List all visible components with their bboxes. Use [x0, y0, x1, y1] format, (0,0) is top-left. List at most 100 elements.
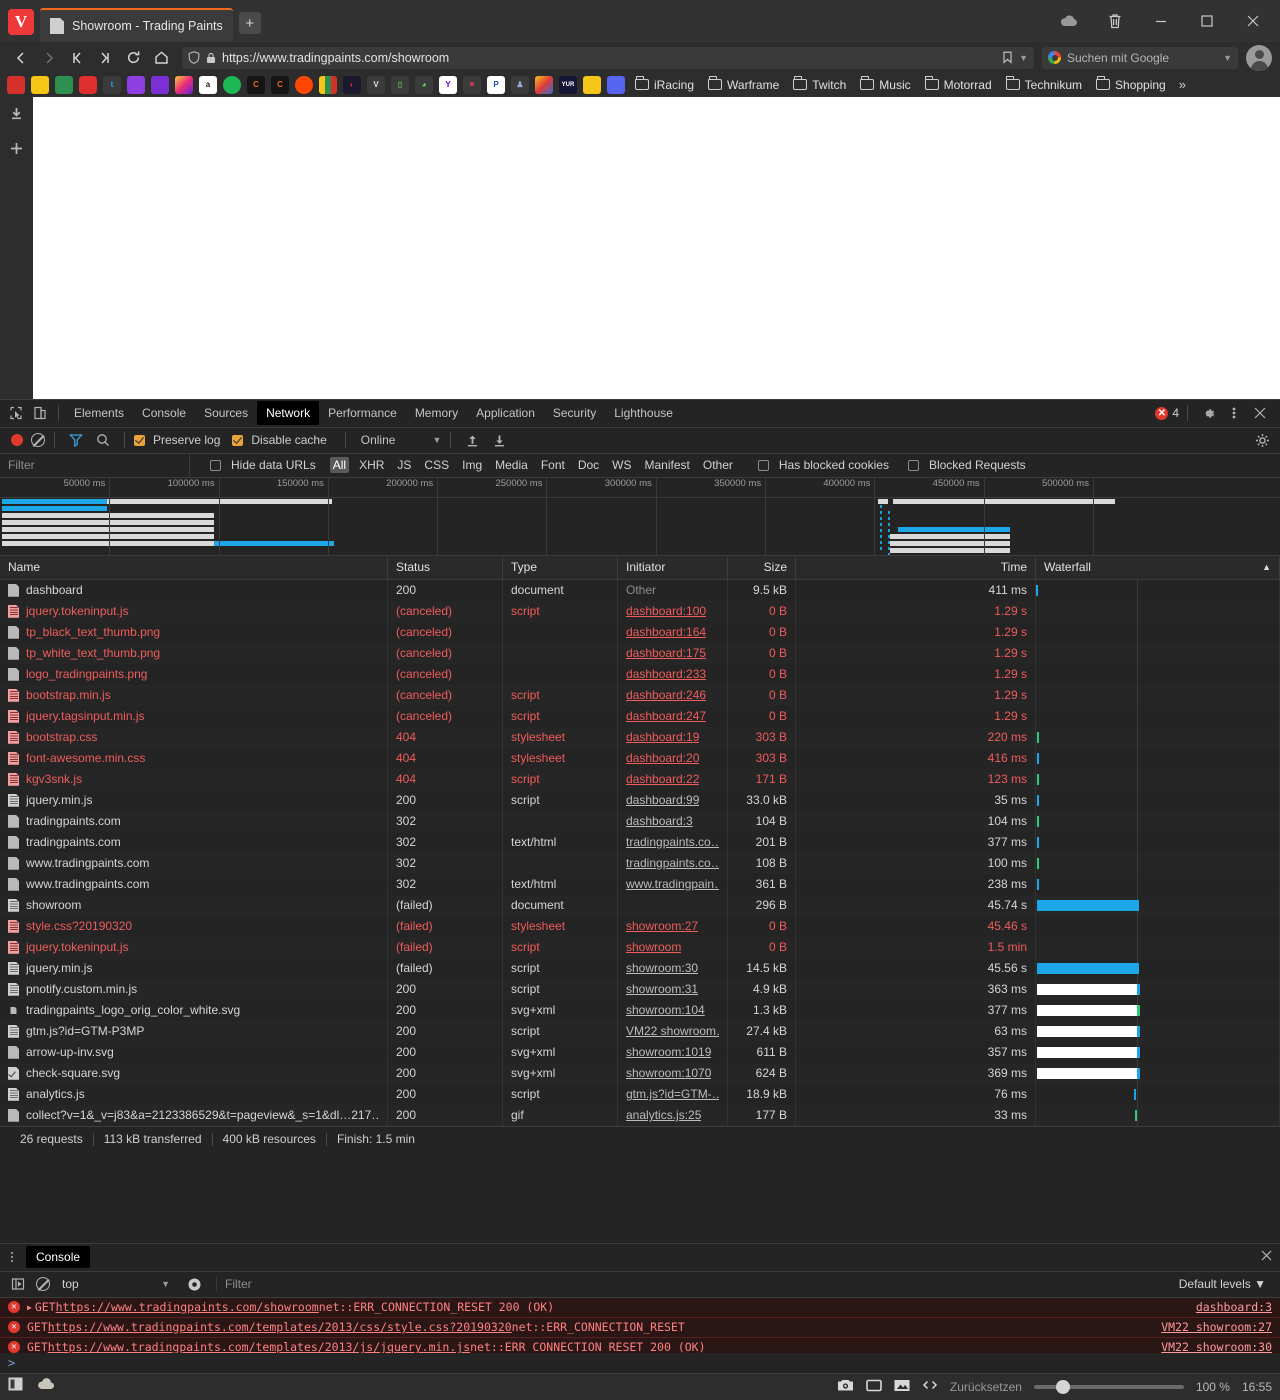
console-prompt[interactable]: > [0, 1353, 1280, 1373]
image-icon[interactable] [894, 1379, 910, 1395]
table-row[interactable]: tradingpaints_logo_orig_color_white.svg 2… [0, 999, 1280, 1021]
throttling-select[interactable]: Online [361, 433, 396, 447]
bookmark-icon-circle[interactable]: ◐ [343, 75, 361, 94]
tab-console[interactable]: Console [133, 401, 195, 425]
drawer-menu-icon[interactable] [4, 1252, 20, 1263]
table-row[interactable]: pnotify.custom.min.js 200 script showroom:3… [0, 978, 1280, 1000]
initiator-link[interactable]: dashboard:20 [626, 751, 699, 765]
table-row[interactable]: www.tradingpaints.com 302 tradingpaints.co… [0, 852, 1280, 874]
bookmark-icon-warframe[interactable]: V [367, 75, 385, 94]
expand-arrow-icon[interactable]: ▶ [27, 1303, 32, 1312]
bookmark-folder-5[interactable]: Technikum [999, 73, 1089, 96]
initiator-link[interactable]: dashboard:22 [626, 772, 699, 786]
filter-type-doc[interactable]: Doc [575, 457, 602, 473]
bookmark-icon-twitch-alt[interactable] [127, 75, 145, 94]
tab-security[interactable]: Security [544, 401, 605, 425]
col-header-size[interactable]: Size [728, 555, 796, 579]
minimize-button[interactable] [1138, 0, 1184, 42]
home-icon[interactable] [148, 45, 174, 71]
col-header-time[interactable]: Time [796, 555, 1036, 579]
bookmark-icon-colors[interactable] [319, 75, 337, 94]
bookmark-icon-green-bar[interactable]: ▯ [391, 75, 409, 94]
browser-tab[interactable]: Showroom - Trading Paints [40, 8, 233, 42]
initiator-link[interactable]: showroom:31 [626, 982, 698, 996]
reload-icon[interactable] [120, 45, 146, 71]
initiator-link[interactable]: dashboard:175 [626, 646, 706, 660]
bookmark-icon-reddit[interactable] [295, 75, 313, 94]
zoom-slider-knob[interactable] [1055, 1379, 1070, 1394]
console-message[interactable]: ✕ GET https://www.tradingpaints.com/templ… [0, 1337, 1280, 1353]
filter-type-font[interactable]: Font [538, 457, 568, 473]
bookmark-icon-yur[interactable]: YUR [559, 75, 577, 94]
console-levels-select[interactable]: Default levels ▼ [1179, 1277, 1274, 1291]
import-har-icon[interactable] [460, 428, 484, 452]
search-icon[interactable] [91, 428, 115, 452]
bookmark-folder-4[interactable]: Motorrad [918, 73, 999, 96]
more-options-icon[interactable] [1222, 401, 1246, 425]
bookmark-folder-6[interactable]: Shopping [1089, 73, 1173, 96]
initiator-link[interactable]: showroom:1070 [626, 1066, 711, 1080]
filter-type-xhr[interactable]: XHR [356, 457, 387, 473]
close-drawer-icon[interactable] [1261, 1248, 1280, 1266]
initiator-link[interactable]: dashboard:164 [626, 625, 706, 639]
inspect-element-icon[interactable] [4, 401, 28, 425]
capture-area-icon[interactable] [866, 1379, 882, 1395]
table-row[interactable]: style.css?20190320 (failed) stylesheet show… [0, 915, 1280, 937]
rewind-icon[interactable] [64, 45, 90, 71]
console-message-url[interactable]: https://www.tradingpaints.com/templates/… [48, 1320, 512, 1334]
table-row[interactable]: check-square.svg 200 svg+xml showroom:1070 6… [0, 1062, 1280, 1084]
filter-funnel-icon[interactable] [64, 428, 88, 452]
profile-avatar[interactable] [1246, 44, 1272, 71]
table-row[interactable]: jquery.tokeninput.js (failed) script showro… [0, 936, 1280, 958]
forward-icon[interactable] [36, 45, 62, 71]
table-row[interactable]: tradingpaints.com 302 dashboard:3 104 B 104 … [0, 810, 1280, 832]
table-row[interactable]: jquery.tokeninput.js (canceled) script dash… [0, 600, 1280, 622]
initiator-link[interactable]: dashboard:100 [626, 604, 706, 618]
search-engine-dropdown-icon[interactable]: ▼ [1223, 53, 1232, 63]
tab-elements[interactable]: Elements [65, 401, 133, 425]
initiator-link[interactable]: dashboard:3 [626, 814, 693, 828]
table-row[interactable]: bootstrap.min.js (canceled) script dashboar… [0, 684, 1280, 706]
col-header-initiator[interactable]: Initiator [618, 555, 728, 579]
bookmark-folder-0[interactable]: iRacing [628, 73, 701, 96]
table-row[interactable]: showroom (failed) document 296 B 45.74 s [0, 894, 1280, 916]
table-row[interactable]: dashboard 200 document Other 9.5 kB 411 ms [0, 579, 1280, 601]
initiator-link[interactable]: dashboard:233 [626, 667, 706, 681]
bookmark-icon-paypal[interactable]: P [487, 75, 505, 94]
table-row[interactable]: gtm.js?id=GTM-P3MP 200 script VM22 showroom… [0, 1020, 1280, 1042]
console-live-expression-icon[interactable] [182, 1272, 206, 1296]
hide-data-urls-checkbox[interactable] [210, 459, 221, 471]
bookmark-icon-instagram[interactable] [175, 75, 193, 94]
initiator-link[interactable]: tradingpaints.co… [626, 835, 719, 849]
preserve-log-checkbox[interactable] [134, 434, 145, 446]
new-tab-button[interactable]: + [238, 12, 261, 34]
blocked-requests-checkbox[interactable] [907, 459, 919, 471]
table-row[interactable]: kgv3snk.js 404 script dashboard:22 171 B 123 … [0, 768, 1280, 790]
zoom-slider[interactable] [1033, 1379, 1184, 1394]
col-header-status[interactable]: Status [388, 555, 503, 579]
drawer-tab-console[interactable]: Console [26, 1246, 91, 1269]
console-message[interactable]: ✕ GET https://www.tradingpaints.com/templ… [0, 1317, 1280, 1338]
console-message-source[interactable]: dashboard:3 [1196, 1300, 1272, 1314]
trash-icon[interactable] [1092, 0, 1138, 42]
tab-lighthouse[interactable]: Lighthouse [605, 401, 682, 425]
address-dropdown-icon[interactable]: ▼ [1019, 53, 1028, 63]
filter-type-ws[interactable]: WS [609, 457, 634, 473]
table-row[interactable]: bootstrap.css 404 stylesheet dashboard:19 30… [0, 726, 1280, 748]
bookmark-icon-frog[interactable]: ◕ [415, 75, 433, 94]
bookmark-icon-rainbow[interactable] [535, 75, 553, 94]
bookmark-folder-1[interactable]: Warframe [701, 73, 786, 96]
code-view-icon[interactable] [922, 1379, 938, 1394]
bookmark-icon-character[interactable]: ♟ [511, 75, 529, 94]
sort-ascending-icon[interactable]: ▲ [1262, 562, 1271, 572]
tab-performance[interactable]: Performance [319, 401, 406, 425]
console-message-source[interactable]: VM22 showroom:30 [1161, 1340, 1272, 1353]
initiator-link[interactable]: dashboard:247 [626, 709, 706, 723]
filter-type-img[interactable]: Img [459, 457, 485, 473]
console-message-url[interactable]: https://www.tradingpaints.com/showroom [56, 1300, 319, 1314]
network-settings-gear-icon[interactable] [1250, 428, 1274, 452]
has-blocked-cookies-checkbox[interactable] [757, 459, 769, 471]
bookmark-icon-drive[interactable] [55, 75, 73, 94]
search-box[interactable]: Suchen mit Google ▼ [1042, 46, 1238, 69]
bookmark-icon-amazon[interactable]: a [199, 75, 217, 94]
